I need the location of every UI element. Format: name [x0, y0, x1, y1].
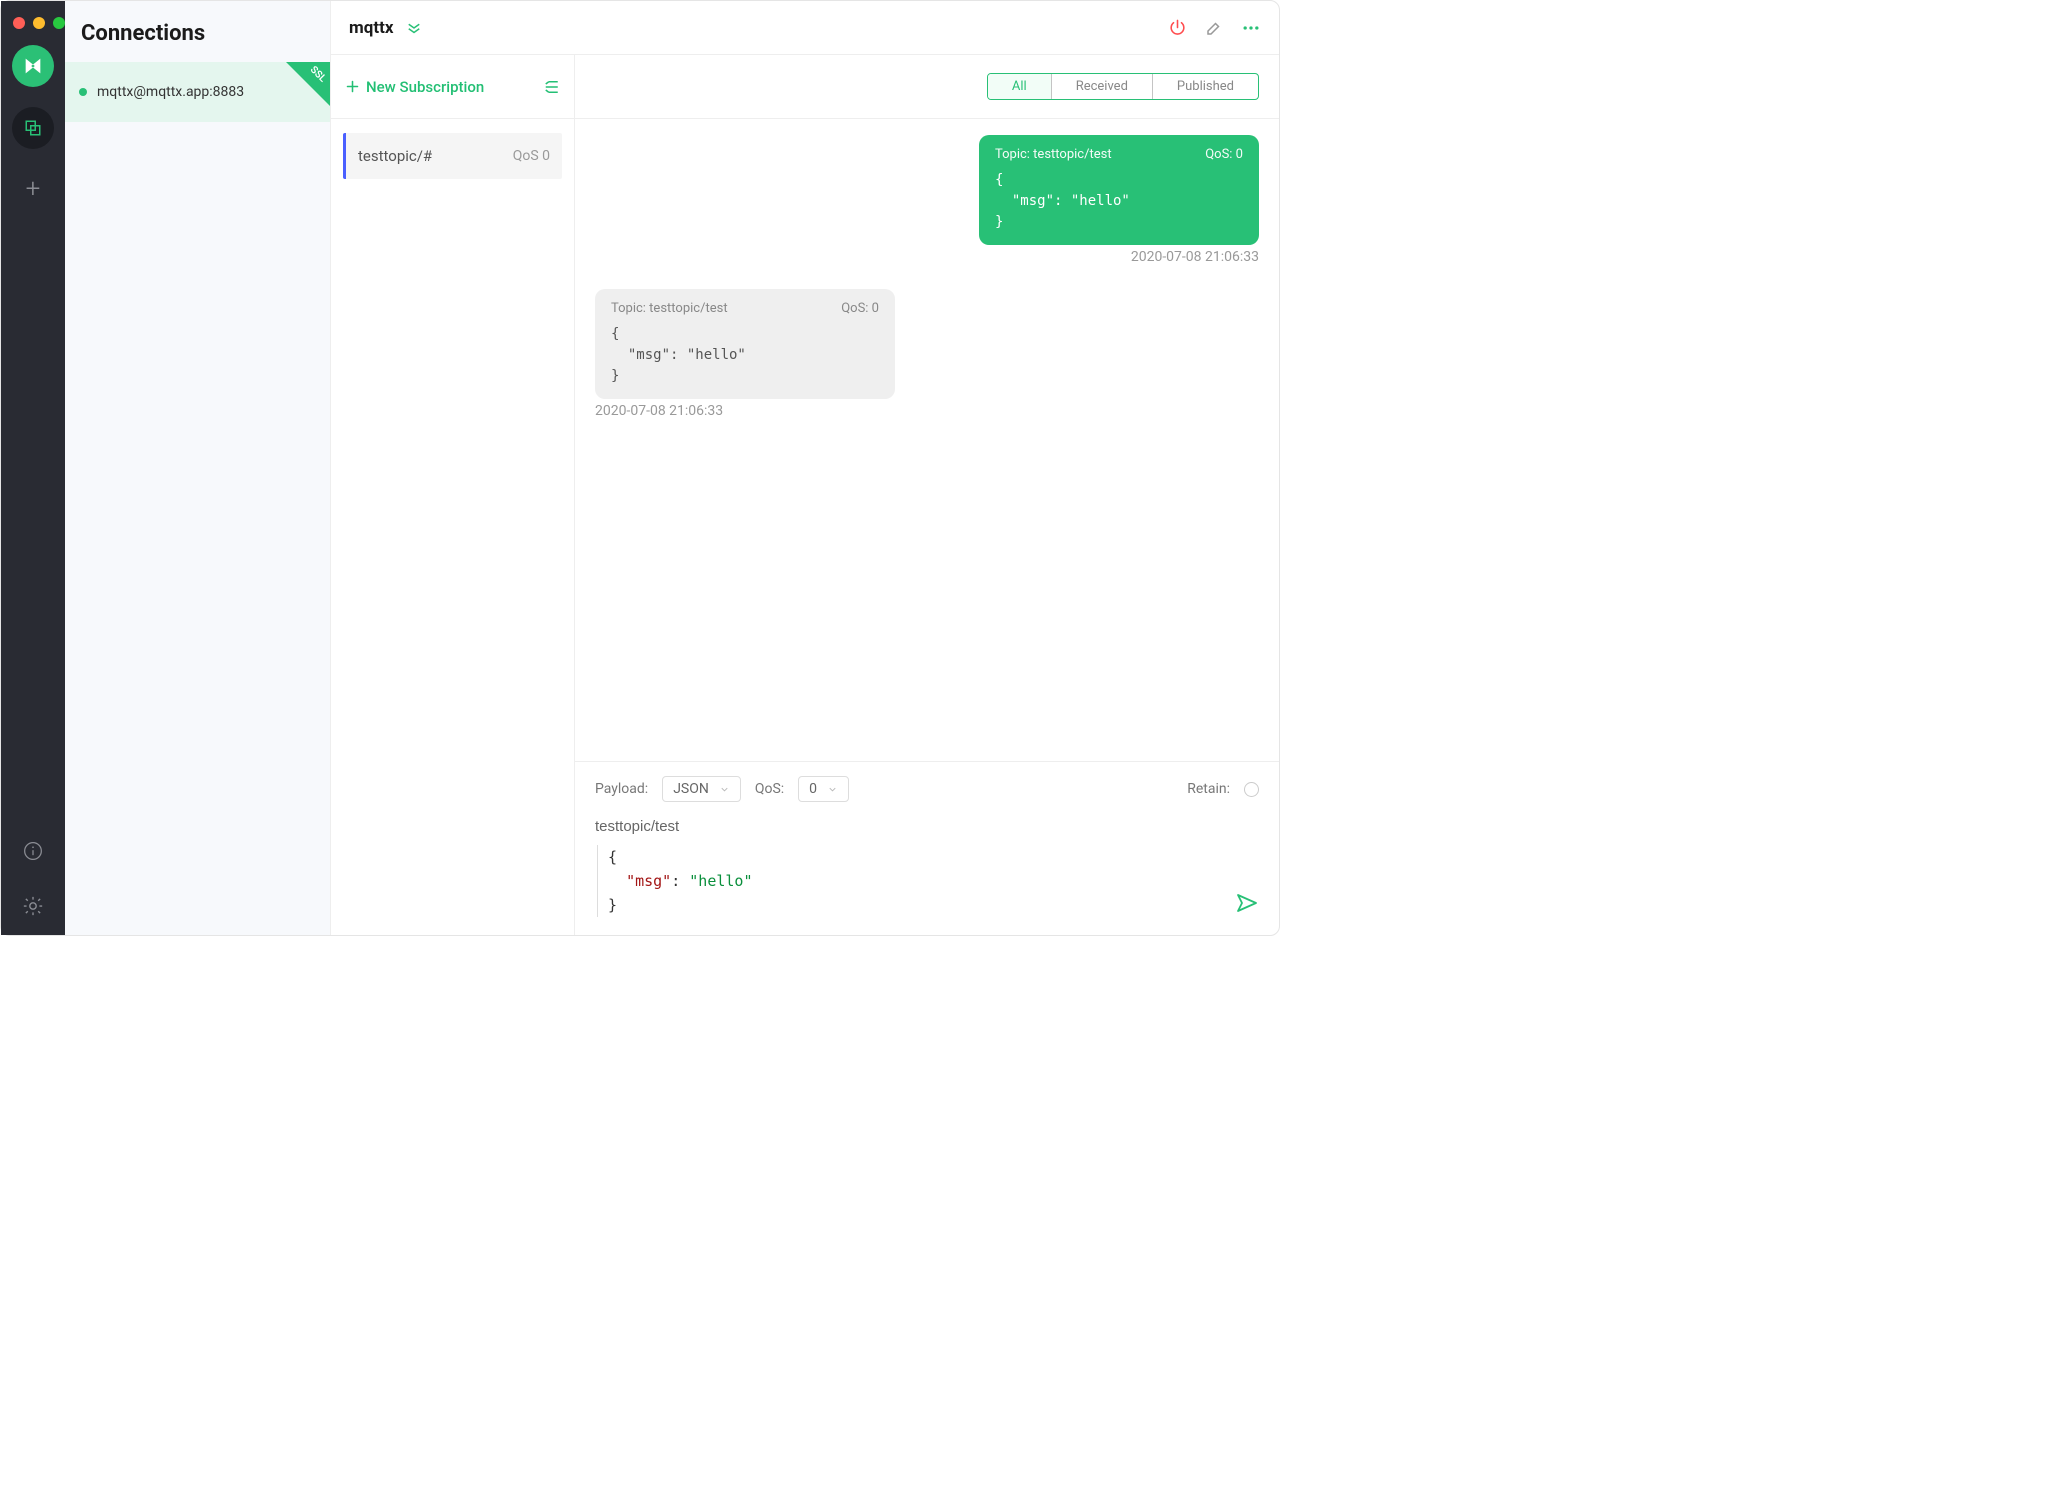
- filter-received[interactable]: Received: [1052, 74, 1153, 99]
- chevron-down-icon: [827, 784, 838, 795]
- msg-in-topic: Topic: testtopic/test: [611, 301, 728, 316]
- filter-published[interactable]: Published: [1153, 74, 1258, 99]
- message-out: Topic: testtopic/test QoS: 0 { "msg": "h…: [979, 135, 1259, 245]
- subscription-qos: QoS 0: [513, 148, 550, 164]
- logo-icon: [22, 55, 44, 77]
- msg-out-qos: QoS: 0: [1205, 147, 1243, 162]
- connection-item[interactable]: mqttx@mqttx.app:8883 SSL: [65, 62, 330, 122]
- filter-all[interactable]: All: [988, 74, 1052, 99]
- main-header: mqttx: [331, 1, 1279, 55]
- payload-type-select[interactable]: JSON: [662, 776, 741, 802]
- msg-out-time: 2020-07-08 21:06:33: [595, 249, 1259, 265]
- send-button[interactable]: [1235, 891, 1259, 915]
- edit-icon[interactable]: [1205, 19, 1223, 37]
- subscription-topic: testtopic/#: [358, 147, 432, 165]
- msg-in-time: 2020-07-08 21:06:33: [595, 403, 1259, 419]
- qos-value: 0: [809, 781, 817, 797]
- plus-icon: +: [26, 174, 41, 204]
- composer: Payload: JSON QoS: 0 Retain:: [575, 761, 1279, 935]
- maximize-window-icon[interactable]: [53, 17, 65, 29]
- connections-title: Connections: [65, 1, 330, 62]
- chevron-down-icon: [719, 784, 730, 795]
- app-logo: [12, 45, 54, 87]
- sidebar-nav: +: [1, 1, 65, 935]
- msg-out-topic: Topic: testtopic/test: [995, 147, 1112, 162]
- expand-down-icon[interactable]: [405, 19, 423, 37]
- nav-add[interactable]: +: [12, 165, 54, 207]
- power-icon[interactable]: [1168, 18, 1187, 37]
- payload-type-value: JSON: [673, 781, 709, 797]
- nav-connections[interactable]: [12, 107, 54, 149]
- msg-out-body: { "msg": "hello" }: [995, 170, 1243, 233]
- window-controls[interactable]: [13, 11, 65, 45]
- payload-label: Payload:: [595, 781, 648, 797]
- messages-panel: All Received Published Topic: testtopic/…: [575, 55, 1279, 935]
- connection-title: mqttx: [349, 18, 393, 38]
- new-subscription-label: New Subscription: [366, 78, 484, 96]
- connections-panel: Connections mqttx@mqttx.app:8883 SSL: [65, 1, 331, 935]
- qos-label: QoS:: [755, 781, 784, 797]
- retain-label: Retain:: [1187, 781, 1230, 797]
- close-window-icon[interactable]: [13, 17, 25, 29]
- payload-editor[interactable]: { "msg": "hello" }: [597, 845, 1259, 917]
- minimize-window-icon[interactable]: [33, 17, 45, 29]
- subscription-item[interactable]: testtopic/# QoS 0: [343, 133, 562, 179]
- subscriptions-panel: New Subscription testtopic/# QoS 0: [331, 55, 575, 935]
- settings-icon[interactable]: [22, 895, 44, 917]
- message-in: Topic: testtopic/test QoS: 0 { "msg": "h…: [595, 289, 895, 399]
- plus-icon: [345, 79, 360, 94]
- topic-input[interactable]: [595, 812, 1259, 845]
- message-filter-tabs: All Received Published: [987, 73, 1259, 100]
- new-subscription-button[interactable]: New Subscription: [345, 78, 484, 96]
- message-scroll-area[interactable]: Topic: testtopic/test QoS: 0 { "msg": "h…: [575, 119, 1279, 761]
- connection-name: mqttx@mqttx.app:8883: [97, 84, 244, 100]
- msg-in-body: { "msg": "hello" }: [611, 324, 879, 387]
- collapse-icon[interactable]: [542, 78, 560, 96]
- connections-icon: [24, 119, 42, 137]
- qos-select[interactable]: 0: [798, 776, 849, 802]
- retain-toggle[interactable]: [1244, 782, 1259, 797]
- info-icon[interactable]: [23, 841, 43, 861]
- ssl-badge: [286, 62, 330, 106]
- main-panel: mqttx: [331, 1, 1279, 935]
- msg-in-qos: QoS: 0: [841, 301, 879, 316]
- status-dot-icon: [79, 88, 87, 96]
- more-icon[interactable]: [1241, 18, 1261, 38]
